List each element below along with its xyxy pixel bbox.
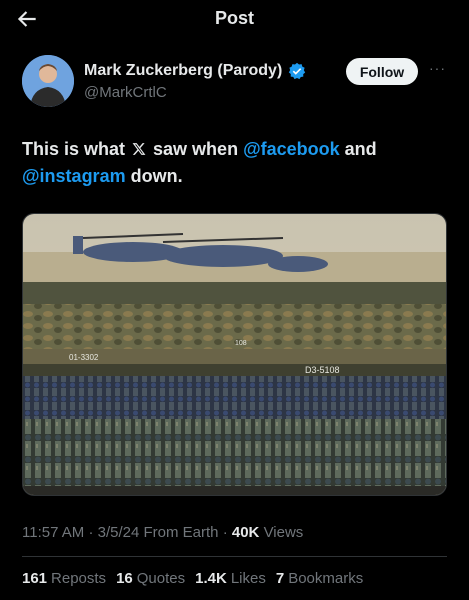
engagement-stats: 161 Reposts 16 Quotes 1.4K Likes 7 Bookm… xyxy=(22,570,363,587)
author-handle[interactable]: @MarkCrtlC xyxy=(84,84,167,101)
post-source: From Earth xyxy=(143,524,219,541)
reposts-stat[interactable]: 161 Reposts xyxy=(22,570,106,587)
vehicle-number: 108 xyxy=(235,340,247,347)
verified-badge-icon xyxy=(289,62,306,80)
post-time: 11:57 AM xyxy=(22,524,85,541)
views-label: Views xyxy=(263,524,304,541)
more-dots-icon[interactable]: ··· xyxy=(429,60,447,78)
top-bar: Post xyxy=(0,0,469,38)
tweet-text: This is what saw when @facebook and @ins… xyxy=(22,136,442,190)
vehicle-number: 01-3302 xyxy=(69,353,99,362)
mention-facebook[interactable]: @facebook xyxy=(243,139,340,159)
stat-number: 1.4K xyxy=(195,570,227,587)
views-count: 40K xyxy=(231,524,260,541)
post-meta: 11:57 AM · 3/5/24 From Earth · 40K Views xyxy=(22,524,303,541)
tweet-text-part: saw when xyxy=(148,139,244,159)
stat-label: Bookmarks xyxy=(288,570,364,587)
tweet-text-part: This is what xyxy=(22,139,131,159)
separator: · xyxy=(88,524,94,541)
bookmarks-stat[interactable]: 7 Bookmarks xyxy=(276,570,363,587)
stat-label: Quotes xyxy=(136,570,186,587)
page-title: Post xyxy=(214,8,254,28)
follow-button[interactable]: Follow xyxy=(346,58,418,85)
post-image[interactable]: 01-3302 D3-5108 108 xyxy=(22,213,447,496)
post-date: 3/5/24 xyxy=(97,524,140,541)
stat-number: 16 xyxy=(116,570,133,587)
quotes-stat[interactable]: 16 Quotes xyxy=(116,570,185,587)
stat-label: Likes xyxy=(230,570,266,587)
stat-number: 161 xyxy=(22,570,48,587)
divider xyxy=(22,556,447,557)
author-name[interactable]: Mark Zuckerberg (Parody) xyxy=(84,62,282,80)
mention-instagram[interactable]: @instagram xyxy=(22,166,126,186)
x-logo-icon xyxy=(132,143,146,155)
stat-label: Reposts xyxy=(51,570,107,587)
stat-number: 7 xyxy=(275,570,285,587)
likes-stat[interactable]: 1.4K Likes xyxy=(195,570,266,587)
tweet-text-part: and xyxy=(339,139,377,159)
avatar[interactable] xyxy=(22,55,74,107)
separator: · xyxy=(222,524,228,541)
tweet-text-part: down. xyxy=(125,166,183,186)
vehicle-number: D3-5108 xyxy=(305,365,340,375)
